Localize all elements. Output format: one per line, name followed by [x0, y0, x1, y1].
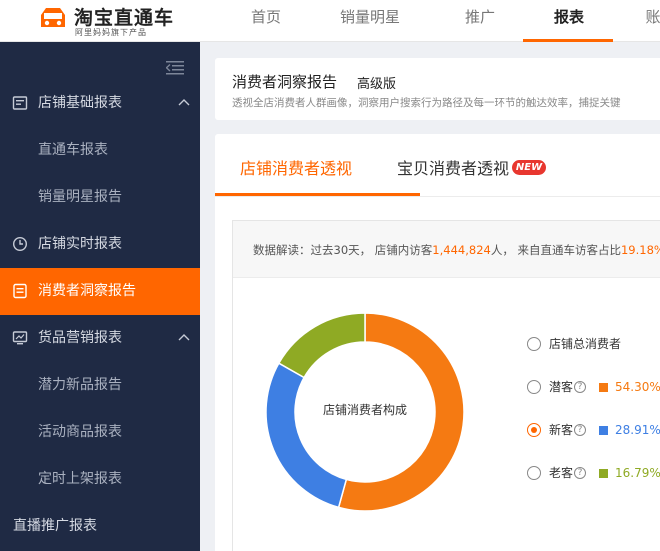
legend-label: 老客 [549, 466, 574, 480]
data-box: 数据解读：过去30天， 店铺内访客1,444,824人， 来自直通车访客占比19… [232, 220, 660, 551]
logo[interactable]: 淘宝直通车 阿里妈妈旗下产品 [38, 3, 178, 37]
interp-mid: 人， 来自直通车访客占比 [490, 243, 621, 257]
sidebar-item-label: 销量明星报告 [38, 189, 122, 205]
page-title: 消费者洞察报告 [232, 73, 338, 91]
legend-label: 新客 [549, 423, 574, 437]
main-nav: 首页 销量明星 推广 报表 账 [220, 0, 660, 42]
nav-home[interactable]: 首页 [248, 0, 284, 42]
tab-divider [215, 196, 660, 197]
tab-store-consumer[interactable]: 店铺消费者透视 [240, 134, 352, 196]
legend-swatch [599, 426, 608, 435]
legend-swatch [599, 383, 608, 392]
sidebar-item-potential-new-product[interactable]: 潜力新品报告 [0, 362, 200, 409]
chevron-up-icon [178, 99, 190, 106]
car-logo-icon [41, 8, 65, 27]
nav-sales-star[interactable]: 销量明星 [338, 0, 402, 42]
data-interpretation-bar: 数据解读：过去30天， 店铺内访客1,444,824人， 来自直通车访客占比19… [233, 221, 660, 278]
sidebar-item-label: 直通车报表 [38, 142, 108, 158]
donut-slice-1[interactable] [265, 362, 348, 509]
document-icon [13, 283, 27, 299]
sidebar-item-product-marketing[interactable]: 货品营销报表 [0, 315, 200, 362]
help-icon[interactable]: ? [574, 424, 586, 436]
radio-button[interactable] [527, 466, 541, 480]
legend-label: 潜客 [549, 380, 574, 394]
new-badge: NEW [512, 160, 546, 175]
donut-slice-2[interactable] [277, 312, 366, 379]
sidebar-item-consumer-insight[interactable]: 消费者洞察报告 [0, 268, 200, 315]
sidebar-item-label: 活动商品报表 [38, 424, 122, 440]
radio-button[interactable] [527, 380, 541, 394]
legend-value: 28.91% [615, 423, 660, 437]
legend-label: 店铺总消费者 [549, 337, 622, 351]
tab-item-consumer[interactable]: 宝贝消费者透视 [397, 134, 509, 196]
sidebar-item-label: 直播推广报表 [13, 518, 97, 534]
sidebar-item-label: 店铺基础报表 [38, 95, 122, 111]
legend-value: 16.79% [615, 466, 660, 480]
nav-reports[interactable]: 报表 [549, 0, 589, 42]
sidebar-item-label: 货品营销报表 [38, 330, 122, 346]
ztc-ratio: 19.18% [620, 243, 660, 257]
data-interpretation: 数据解读：过去30天， 店铺内访客1,444,824人， 来自直通车访客占比19… [253, 242, 660, 258]
legend-swatch [599, 469, 608, 478]
report-header: 消费者洞察报告 高级版 透视全店消费者人群画像，洞察用户搜索行为路径及每一环节的… [215, 58, 660, 120]
clock-icon [12, 236, 28, 252]
edition-badge: 高级版 [357, 77, 397, 92]
sidebar-item-live-promotion[interactable]: 直播推广报表 [0, 503, 200, 550]
donut-center-label: 店铺消费者构成 [322, 403, 407, 417]
interp-prefix: 数据解读：过去30天， 店铺内访客 [253, 243, 433, 257]
chevron-up-icon [178, 334, 190, 341]
legend-value: 54.30% [615, 380, 660, 394]
help-icon[interactable]: ? [574, 467, 586, 479]
sidebar-item-label: 店铺实时报表 [38, 236, 122, 252]
report-icon [12, 96, 28, 110]
sidebar-item-label: 定时上架报表 [38, 471, 122, 487]
sidebar-item-event-product[interactable]: 活动商品报表 [0, 409, 200, 456]
logo-subtitle: 阿里妈妈旗下产品 [75, 28, 147, 37]
nav-account[interactable]: 账 [641, 0, 660, 42]
report-panel: 店铺消费者透视 宝贝消费者透视 NEW 数据解读：过去30天， 店铺内访客1,4… [215, 134, 660, 551]
help-icon[interactable]: ? [574, 381, 586, 393]
page-description: 透视全店消费者人群画像，洞察用户搜索行为路径及每一环节的触达效率，捕捉关键 [232, 97, 621, 109]
nav-active-indicator [523, 39, 613, 42]
visitor-count: 1,444,824 [432, 243, 491, 257]
radio-button[interactable] [527, 337, 541, 351]
sidebar-item-label: 消费者洞察报告 [38, 283, 136, 299]
monitor-icon [12, 331, 28, 345]
sidebar-item-sales-star-report[interactable]: 销量明星报告 [0, 174, 200, 221]
sidebar-item-store-basic-reports[interactable]: 店铺基础报表 [0, 80, 200, 127]
sidebar-item-label: 潜力新品报告 [38, 377, 122, 393]
top-bar: 淘宝直通车 阿里妈妈旗下产品 首页 销量明星 推广 报表 账 [0, 0, 660, 42]
sidebar-item-ztc-report[interactable]: 直通车报表 [0, 127, 200, 174]
sidebar-item-store-realtime-report[interactable]: 店铺实时报表 [0, 221, 200, 268]
radio-button[interactable] [527, 423, 541, 437]
logo-title: 淘宝直通车 [74, 7, 175, 29]
collapse-menu-icon[interactable] [166, 61, 184, 75]
sidebar-item-scheduled-listing[interactable]: 定时上架报表 [0, 456, 200, 503]
sidebar: 店铺基础报表 直通车报表 销量明星报告 店铺实时报表 消费者洞察报告 货品营销报… [0, 42, 200, 551]
nav-promotion[interactable]: 推广 [462, 0, 498, 42]
